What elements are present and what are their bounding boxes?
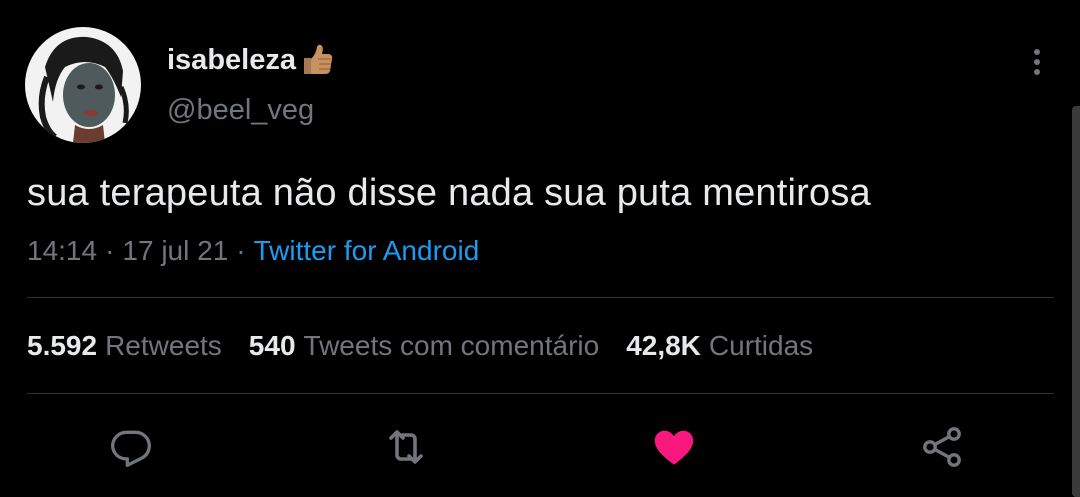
divider: [27, 297, 1054, 298]
likes-label: Curtidas: [708, 330, 814, 361]
tweet-stats: 5.592 Retweets 540 Tweets com comentário 4…: [27, 330, 840, 362]
author-handle[interactable]: @beel_veg: [167, 94, 314, 127]
likes-stat[interactable]: 42,8K Curtidas: [626, 330, 813, 362]
reply-button[interactable]: [104, 420, 158, 474]
tweet-source[interactable]: Twitter for Android: [254, 235, 480, 266]
meta-separator: ·: [236, 235, 246, 266]
retweet-icon: [389, 430, 423, 464]
quotes-stat[interactable]: 540 Tweets com comentário: [249, 330, 599, 362]
scrollbar[interactable]: [1072, 106, 1080, 497]
retweets-count: 5.592: [27, 330, 98, 361]
reply-icon: [111, 430, 151, 467]
tweet-meta: 14:14 · 17 jul 21 · Twitter for Android: [27, 235, 479, 267]
author-display-name[interactable]: isabeleza: [167, 42, 334, 78]
more-options-button[interactable]: [1020, 40, 1054, 84]
tweet-time[interactable]: 14:14: [27, 235, 97, 266]
share-icon: [923, 427, 961, 467]
thumbs-up-icon: [298, 42, 334, 78]
divider: [27, 393, 1054, 394]
display-name-text: isabeleza: [167, 43, 296, 76]
like-button[interactable]: [647, 420, 701, 474]
quotes-label: Tweets com comentário: [303, 330, 600, 361]
tweet-text: sua terapeuta não disse nada sua puta me…: [27, 172, 871, 214]
retweets-stat[interactable]: 5.592 Retweets: [27, 330, 222, 362]
quotes-count: 540: [248, 330, 296, 361]
retweets-label: Retweets: [105, 330, 222, 361]
likes-count: 42,8K: [626, 330, 701, 361]
meta-separator: ·: [105, 235, 115, 266]
more-vertical-icon: [1034, 49, 1040, 75]
avatar-image: [25, 27, 141, 143]
avatar[interactable]: [25, 27, 141, 143]
tweet-date[interactable]: 17 jul 21: [122, 235, 228, 266]
heart-icon: [654, 430, 694, 465]
retweet-button[interactable]: [379, 420, 433, 474]
share-button[interactable]: [915, 420, 969, 474]
